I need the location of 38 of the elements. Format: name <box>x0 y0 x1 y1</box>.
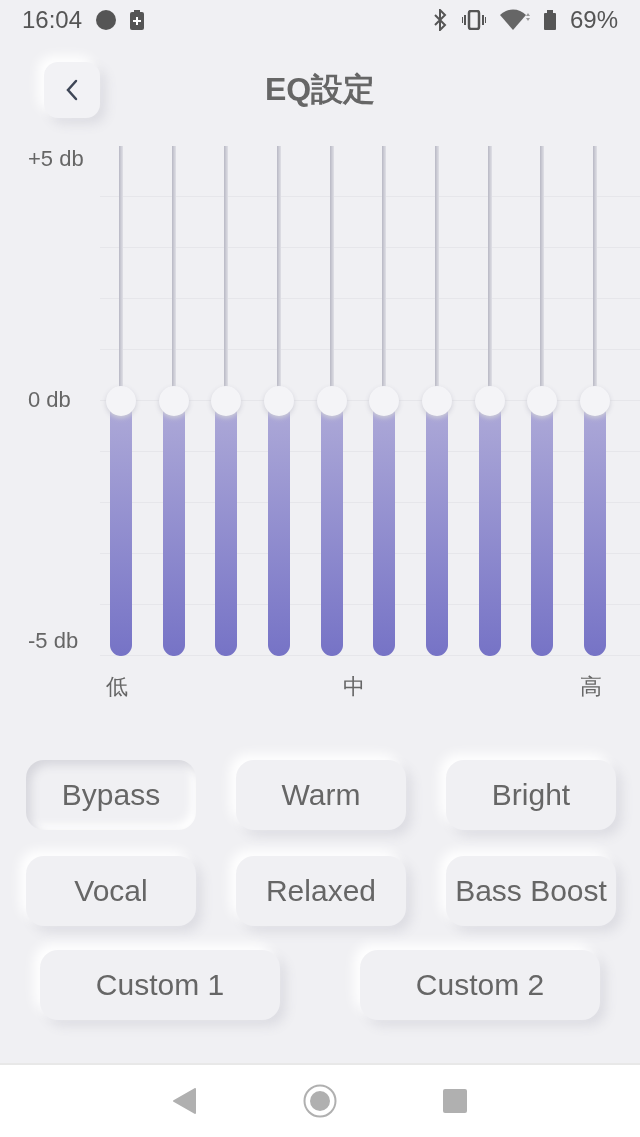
bluetooth-icon <box>431 9 448 31</box>
status-time: 16:04 <box>22 6 83 34</box>
battery-percent: 69% <box>569 6 618 34</box>
slider-thumb[interactable] <box>263 386 294 416</box>
vibrate-icon <box>461 10 486 30</box>
nav-back-icon[interactable] <box>173 1088 197 1114</box>
wifi-icon <box>499 9 530 31</box>
preset-button[interactable]: Bass Boost <box>446 856 616 926</box>
band-label: 高 <box>580 673 602 701</box>
slider-thumb[interactable] <box>474 386 505 416</box>
scale-label: -5 db <box>28 628 80 654</box>
nav-recents-icon[interactable] <box>443 1089 467 1113</box>
slider-thumb[interactable] <box>369 386 400 416</box>
band-label: 低 <box>106 673 128 701</box>
preset-button[interactable]: Warm <box>236 760 406 830</box>
slider-thumb[interactable] <box>106 386 136 416</box>
slider-thumb[interactable] <box>316 386 347 416</box>
preset-button[interactable]: Custom 2 <box>360 950 600 1020</box>
notification-dot-icon <box>96 10 117 30</box>
back-chevron-icon <box>65 79 79 101</box>
preset-button[interactable]: Relaxed <box>236 856 406 926</box>
page-title: EQ設定 <box>264 70 376 109</box>
slider-thumb[interactable] <box>579 386 610 416</box>
slider-thumb[interactable] <box>158 386 189 416</box>
scale-label: +5 db <box>28 146 85 172</box>
battery-icon <box>543 10 556 30</box>
preset-button[interactable]: Bright <box>446 760 616 830</box>
band-label: 中 <box>343 673 365 701</box>
slider-thumb[interactable] <box>527 386 558 416</box>
scale-label: 0 db <box>28 387 72 413</box>
back-button[interactable] <box>44 62 100 118</box>
nav-home-icon[interactable] <box>303 1084 337 1118</box>
slider-thumb[interactable] <box>211 386 242 416</box>
slider-thumb[interactable] <box>421 386 452 416</box>
preset-button[interactable]: Bypass <box>26 760 196 830</box>
battery-plus-icon <box>130 10 145 30</box>
preset-button[interactable]: Custom 1 <box>40 950 280 1020</box>
preset-button[interactable]: Vocal <box>26 856 196 926</box>
